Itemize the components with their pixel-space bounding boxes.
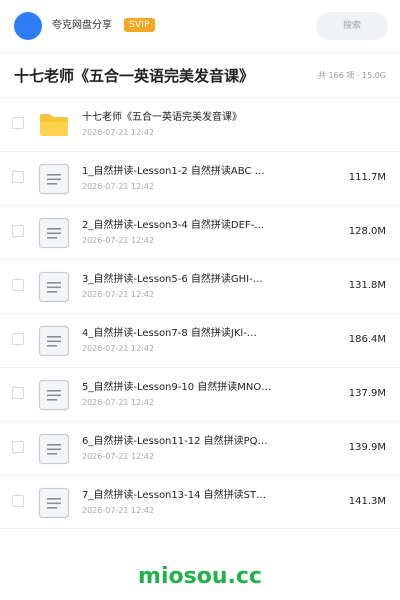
item-size: 128.0M [348, 226, 386, 237]
watermark: miosou.cc [138, 564, 262, 589]
document-icon [38, 433, 70, 465]
file-list: 十七老师《五合一英语完美发音课》 2026-07-21 12:42 1_自然拼读… [0, 97, 400, 529]
item-name: 2_自然拼读-Lesson3-4 自然拼读DEF-… [82, 220, 265, 231]
list-item[interactable]: 5_自然拼读-Lesson9-10 自然拼读MNO… 2026-07-21 12… [0, 367, 400, 421]
item-date: 2026-07-21 12:42 [82, 398, 155, 407]
document-icon [38, 163, 70, 195]
row-checkbox[interactable] [12, 387, 24, 399]
row-checkbox[interactable] [12, 441, 24, 453]
list-item[interactable]: 6_自然拼读-Lesson11-12 自然拼读PQ… 2026-07-21 12… [0, 421, 400, 475]
document-icon [38, 379, 70, 411]
item-date: 2026-07-21 12:42 [82, 452, 155, 461]
row-checkbox[interactable] [12, 171, 24, 183]
item-size: 186.4M [348, 334, 386, 345]
item-size: 141.3M [348, 496, 386, 507]
row-checkbox[interactable] [12, 279, 24, 291]
item-date: 2026-07-21 12:42 [82, 290, 155, 299]
list-item[interactable]: 十七老师《五合一英语完美发音课》 2026-07-21 12:42 [0, 97, 400, 151]
item-name: 4_自然拼读-Lesson7-8 自然拼读JKl-… [82, 328, 257, 339]
item-size: 111.7M [348, 172, 386, 183]
item-name: 7_自然拼读-Lesson13-14 自然拼读ST… [82, 490, 267, 501]
search-input[interactable]: 搜索 [316, 12, 388, 40]
item-size: 139.9M [348, 442, 386, 453]
avatar[interactable] [14, 12, 42, 40]
document-icon [38, 271, 70, 303]
item-name: 1_自然拼读-Lesson1-2 自然拼读ABC … [82, 166, 265, 177]
list-item[interactable]: 3_自然拼读-Lesson5-6 自然拼读GHI-… 2026-07-21 12… [0, 259, 400, 313]
item-date: 2026-07-21 12:42 [82, 128, 155, 137]
row-checkbox[interactable] [12, 495, 24, 507]
header-bar: 夸克网盘分享 SVIP 搜索 [0, 0, 400, 52]
document-icon [38, 487, 70, 519]
item-name: 3_自然拼读-Lesson5-6 自然拼读GHI-… [82, 274, 263, 285]
folder-meta: 共 166 项 · 15.0G [318, 71, 386, 80]
username-label: 夸克网盘分享 [52, 20, 112, 31]
row-checkbox[interactable] [12, 225, 24, 237]
list-item[interactable]: 2_自然拼读-Lesson3-4 自然拼读DEF-… 2026-07-21 12… [0, 205, 400, 259]
item-name: 6_自然拼读-Lesson11-12 自然拼读PQ… [82, 436, 268, 447]
item-name: 十七老师《五合一英语完美发音课》 [82, 112, 242, 123]
document-icon [38, 217, 70, 249]
svip-badge: SVIP [124, 18, 155, 32]
item-size: 137.9M [348, 388, 386, 399]
item-date: 2026-07-21 12:42 [82, 236, 155, 245]
item-size: 131.8M [348, 280, 386, 291]
row-checkbox[interactable] [12, 333, 24, 345]
list-item[interactable]: 4_自然拼读-Lesson7-8 自然拼读JKl-… 2026-07-21 12… [0, 313, 400, 367]
page-title: 十七老师《五合一英语完美发音课》 [14, 67, 255, 85]
folder-title-row: 十七老师《五合一英语完美发音课》 共 166 项 · 15.0G [0, 53, 400, 97]
list-item[interactable]: 1_自然拼读-Lesson1-2 自然拼读ABC … 2026-07-21 12… [0, 151, 400, 205]
item-date: 2026-07-21 12:42 [82, 182, 155, 191]
item-date: 2026-07-21 12:42 [82, 506, 155, 515]
item-date: 2026-07-21 12:42 [82, 344, 155, 353]
row-checkbox[interactable] [12, 117, 24, 129]
item-name: 5_自然拼读-Lesson9-10 自然拼读MNO… [82, 382, 272, 393]
folder-icon [40, 114, 68, 136]
document-icon [38, 325, 70, 357]
list-item[interactable]: 7_自然拼读-Lesson13-14 自然拼读ST… 2026-07-21 12… [0, 475, 400, 529]
